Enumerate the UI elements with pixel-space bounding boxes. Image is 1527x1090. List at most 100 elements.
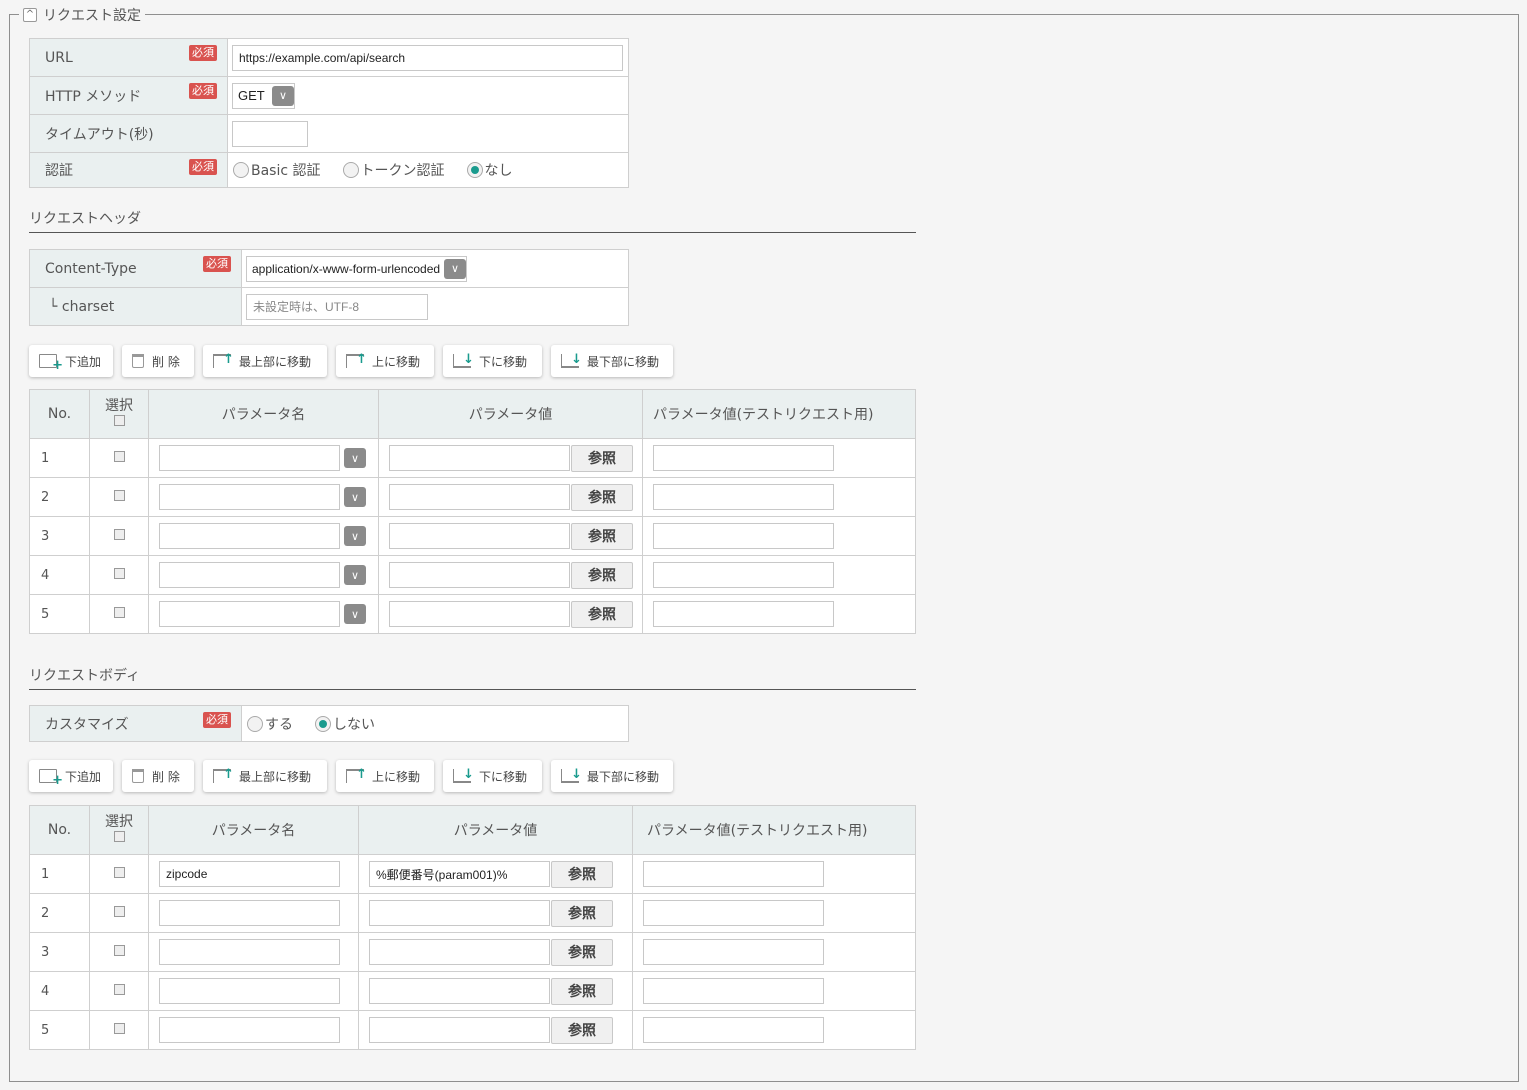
chevron-down-icon[interactable]: ∨ xyxy=(444,258,467,279)
reference-button[interactable]: 参照 xyxy=(551,899,613,927)
param-value-cell: %郵便番号(param001)% 参照 xyxy=(358,854,633,894)
content-type-select[interactable]: application/x-www-form-urlencoded ∨ xyxy=(246,255,468,282)
move-up-button[interactable]: 上に移動 xyxy=(336,760,434,792)
radio-selected-icon[interactable] xyxy=(315,715,331,732)
reference-button[interactable]: 参照 xyxy=(571,522,633,550)
radio-icon[interactable] xyxy=(247,715,263,732)
param-test-value-input[interactable] xyxy=(643,900,824,926)
auth-radio-token[interactable]: トークン認証 xyxy=(342,160,445,180)
move-top-button[interactable]: 最上部に移動 xyxy=(203,760,327,792)
chevron-down-icon[interactable]: ∨ xyxy=(344,448,366,468)
param-test-value-cell xyxy=(642,594,916,634)
chevron-down-icon[interactable]: ∨ xyxy=(272,85,294,106)
reference-button[interactable]: 参照 xyxy=(571,444,633,472)
auth-radio-basic[interactable]: Basic 認証 xyxy=(233,160,321,180)
move-up-button[interactable]: 上に移動 xyxy=(336,345,434,377)
param-value-input[interactable] xyxy=(369,978,550,1004)
param-name-input[interactable] xyxy=(159,523,340,549)
param-value-input[interactable] xyxy=(389,562,570,588)
param-name-input[interactable] xyxy=(159,562,340,588)
row-checkbox[interactable] xyxy=(113,528,125,540)
select-all-checkbox[interactable] xyxy=(113,831,125,842)
param-name-input[interactable] xyxy=(159,939,340,965)
row-checkbox[interactable] xyxy=(113,866,125,878)
row-checkbox[interactable] xyxy=(113,905,125,917)
param-value-wrap: 参照 xyxy=(359,977,632,1005)
method-select[interactable]: GET ∨ xyxy=(232,82,295,109)
move-down-button[interactable]: 下に移動 xyxy=(443,760,542,792)
param-test-value-input[interactable] xyxy=(643,1017,824,1043)
add-row-button[interactable]: 下追加 xyxy=(29,345,113,377)
radio-icon[interactable] xyxy=(342,162,359,178)
param-name-input[interactable] xyxy=(159,900,340,926)
param-test-value-input[interactable] xyxy=(653,523,834,549)
param-test-value-input[interactable] xyxy=(643,978,824,1004)
param-test-value-wrap xyxy=(633,939,915,965)
radio-selected-icon[interactable] xyxy=(466,162,483,178)
customize-radio-no[interactable]: しない xyxy=(315,714,375,734)
chevron-down-icon[interactable]: ∨ xyxy=(344,487,366,507)
row-checkbox[interactable] xyxy=(113,606,125,618)
url-input[interactable]: https://example.com/api/search xyxy=(232,44,623,71)
param-name-cell: zipcode xyxy=(148,854,359,894)
param-name-wrap: ∨ xyxy=(149,601,378,627)
delete-row-button[interactable]: 削 除 xyxy=(122,760,194,792)
param-name-input[interactable] xyxy=(159,978,340,1004)
param-name-input[interactable]: zipcode xyxy=(159,861,340,887)
param-test-value-input[interactable] xyxy=(643,861,824,887)
row-checkbox[interactable] xyxy=(113,489,125,501)
param-value-input[interactable] xyxy=(389,523,570,549)
param-name-input[interactable] xyxy=(159,484,340,510)
row-checkbox[interactable] xyxy=(113,944,125,956)
param-value-input[interactable] xyxy=(369,1017,550,1043)
param-name-input[interactable] xyxy=(159,601,340,627)
move-bottom-button[interactable]: 最下部に移動 xyxy=(551,345,673,377)
customize-label-cell: カスタマイズ 必須 xyxy=(29,705,242,742)
reference-button[interactable]: 参照 xyxy=(571,561,633,589)
charset-label: └ charset xyxy=(49,298,115,315)
reference-button[interactable]: 参照 xyxy=(551,938,613,966)
row-checkbox[interactable] xyxy=(113,450,125,462)
row-checkbox[interactable] xyxy=(113,983,125,995)
param-test-value-input[interactable] xyxy=(653,601,834,627)
row-checkbox[interactable] xyxy=(113,1022,125,1034)
charset-input[interactable]: 未設定時は、UTF-8 xyxy=(246,293,428,320)
move-top-button[interactable]: 最上部に移動 xyxy=(203,345,327,377)
param-test-value-input[interactable] xyxy=(653,445,834,471)
move-top-icon xyxy=(213,767,234,783)
timeout-input[interactable] xyxy=(232,120,308,147)
param-test-value-input[interactable] xyxy=(653,484,834,510)
reference-button[interactable]: 参照 xyxy=(551,1016,613,1044)
row-checkbox[interactable] xyxy=(113,567,125,579)
reference-button[interactable]: 参照 xyxy=(571,600,633,628)
param-value-input[interactable]: %郵便番号(param001)% xyxy=(369,861,550,887)
add-row-button[interactable]: 下追加 xyxy=(29,760,113,792)
param-value-input[interactable] xyxy=(389,601,570,627)
param-name-input[interactable] xyxy=(159,1017,340,1043)
row-number: 4 xyxy=(29,971,90,1011)
chevron-down-icon[interactable]: ∨ xyxy=(344,526,366,546)
param-value-input[interactable] xyxy=(369,900,550,926)
reference-button[interactable]: 参照 xyxy=(551,860,613,888)
move-bottom-icon xyxy=(561,767,582,783)
param-value-input[interactable] xyxy=(389,445,570,471)
chevron-up-icon[interactable]: ^ xyxy=(23,8,37,22)
reference-button[interactable]: 参照 xyxy=(551,977,613,1005)
param-test-value-cell xyxy=(632,1010,916,1050)
param-value-input[interactable] xyxy=(369,939,550,965)
chevron-down-icon[interactable]: ∨ xyxy=(344,604,366,624)
param-value-input[interactable] xyxy=(389,484,570,510)
auth-radio-none[interactable]: なし xyxy=(466,160,513,180)
param-test-value-input[interactable] xyxy=(653,562,834,588)
select-all-checkbox[interactable] xyxy=(113,415,125,426)
move-down-button[interactable]: 下に移動 xyxy=(443,345,542,377)
reference-button[interactable]: 参照 xyxy=(571,483,633,511)
customize-radio-yes[interactable]: する xyxy=(247,714,293,734)
radio-icon[interactable] xyxy=(233,162,249,178)
move-bottom-button[interactable]: 最下部に移動 xyxy=(551,760,673,792)
auth-radio-group: Basic 認証 トークン認証 なし xyxy=(228,160,628,180)
param-test-value-input[interactable] xyxy=(643,939,824,965)
chevron-down-icon[interactable]: ∨ xyxy=(344,565,366,585)
delete-row-button[interactable]: 削 除 xyxy=(122,345,194,377)
param-name-input[interactable] xyxy=(159,445,340,471)
